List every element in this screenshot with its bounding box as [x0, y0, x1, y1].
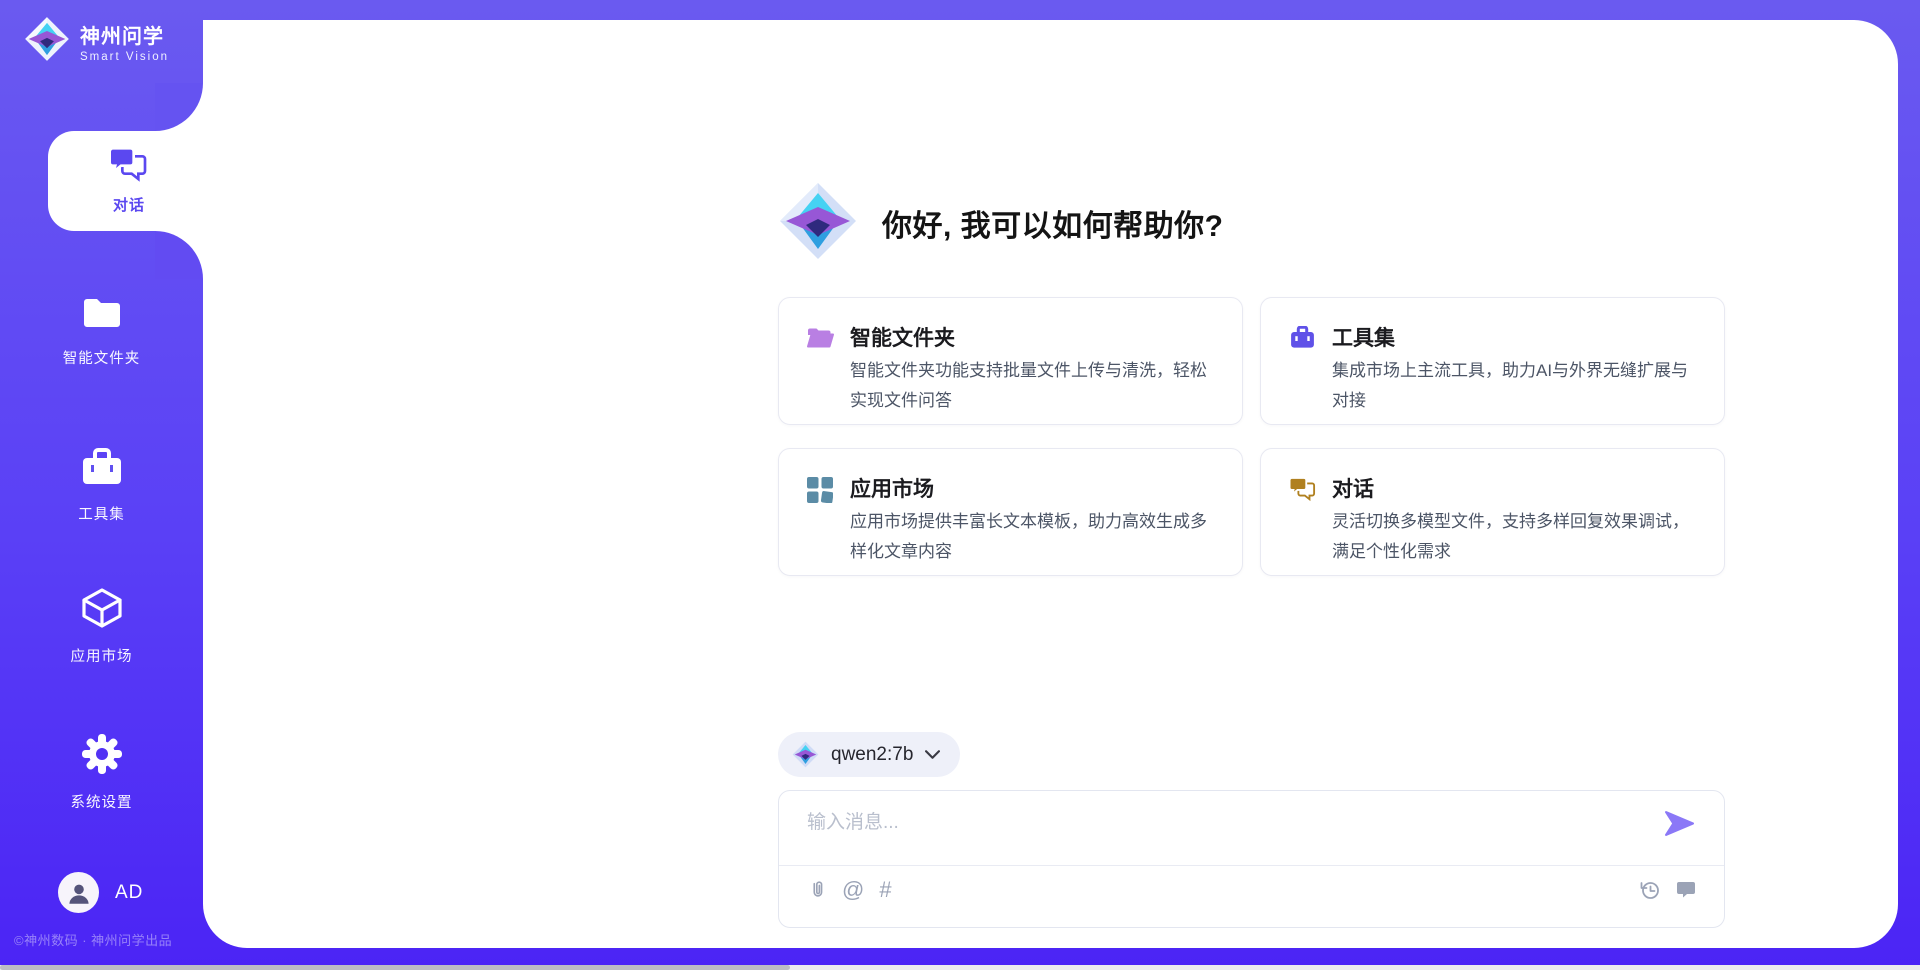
card-description: 集成市场上主流工具，助力AI与外界无缝扩展与对接 — [1332, 356, 1704, 416]
sidebar-item-label: 工具集 — [0, 503, 203, 524]
sidebar-item-app-market[interactable]: 应用市场 — [0, 586, 203, 666]
card-toolbox[interactable]: 工具集 集成市场上主流工具，助力AI与外界无缝扩展与对接 — [1260, 297, 1725, 425]
message-input[interactable] — [807, 807, 1647, 859]
message-composer: @ # — [778, 790, 1725, 928]
folder-icon — [80, 294, 124, 337]
sidebar-item-toolbox[interactable]: 工具集 — [0, 448, 203, 524]
brand-logo-icon — [24, 16, 70, 67]
user-name: AD — [115, 882, 143, 904]
chat-bubble-icon[interactable] — [1676, 881, 1696, 899]
card-chat[interactable]: 对话 灵活切换多模型文件，支持多样回复效果调试，满足个性化需求 — [1260, 448, 1725, 576]
chat-icon — [109, 147, 149, 188]
history-icon[interactable] — [1639, 879, 1661, 901]
card-description: 灵活切换多模型文件，支持多样回复效果调试，满足个性化需求 — [1332, 507, 1704, 567]
chevron-down-icon — [925, 750, 940, 759]
cube-icon — [80, 586, 124, 635]
gear-icon — [80, 732, 124, 781]
brand-name: 神州问学 — [80, 26, 164, 48]
sidebar: 神州问学 Smart Vision 对话 智能文件夹 — [0, 0, 203, 965]
sidebar-item-label: 对话 — [48, 194, 210, 215]
greeting-title: 你好, 我可以如何帮助你? — [882, 201, 1224, 245]
paperclip-icon[interactable] — [807, 879, 827, 901]
toolbox-icon — [1289, 326, 1316, 355]
card-description: 智能文件夹功能支持批量文件上传与清洗，轻松实现文件问答 — [850, 356, 1222, 416]
model-name: qwen2:7b — [831, 744, 913, 766]
horizontal-scrollbar — [0, 965, 1920, 970]
card-description: 应用市场提供丰富长文本模板，助力高效生成多样化文章内容 — [850, 507, 1222, 567]
tab-flare-top — [155, 83, 203, 131]
folder-open-icon — [807, 326, 834, 354]
avatar — [58, 872, 99, 913]
model-logo-icon — [792, 741, 819, 768]
card-title: 对话 — [1332, 473, 1374, 503]
model-selector[interactable]: qwen2:7b — [778, 732, 960, 777]
at-icon[interactable]: @ — [842, 879, 864, 901]
card-smart-folder[interactable]: 智能文件夹 智能文件夹功能支持批量文件上传与清洗，轻松实现文件问答 — [778, 297, 1243, 425]
main-panel: 你好, 我可以如何帮助你? 智能文件夹 智能文件夹功能支持批量文件上传与清洗，轻… — [203, 20, 1898, 948]
card-title: 应用市场 — [850, 473, 934, 503]
toolbox-icon — [80, 448, 124, 493]
sidebar-item-smart-folder[interactable]: 智能文件夹 — [0, 294, 203, 368]
brand: 神州问学 Smart Vision — [24, 16, 169, 67]
greeting-logo-icon — [778, 181, 858, 266]
chat-icon — [1289, 477, 1317, 507]
sidebar-item-label: 智能文件夹 — [0, 347, 203, 368]
card-title: 工具集 — [1332, 322, 1395, 352]
feature-cards: 智能文件夹 智能文件夹功能支持批量文件上传与清洗，轻松实现文件问答 工具集 集成… — [778, 297, 1725, 576]
sidebar-item-label: 系统设置 — [0, 791, 203, 812]
brand-subtitle: Smart Vision — [80, 51, 169, 63]
send-icon[interactable] — [1665, 811, 1694, 841]
blocks-icon — [807, 477, 833, 508]
sidebar-footer: ©神州数码 · 神州问学出品 — [14, 930, 172, 949]
scrollbar-thumb[interactable] — [0, 965, 790, 970]
composer-divider — [779, 865, 1724, 866]
card-app-market[interactable]: 应用市场 应用市场提供丰富长文本模板，助力高效生成多样化文章内容 — [778, 448, 1243, 576]
sidebar-item-label: 应用市场 — [0, 645, 203, 666]
user-profile[interactable]: AD — [58, 872, 143, 913]
card-title: 智能文件夹 — [850, 322, 955, 352]
greeting-block: 你好, 我可以如何帮助你? — [778, 183, 1224, 263]
sidebar-item-chat[interactable]: 对话 — [48, 131, 210, 231]
hash-icon[interactable]: # — [879, 879, 891, 901]
sidebar-item-settings[interactable]: 系统设置 — [0, 732, 203, 812]
tab-flare-bottom — [155, 231, 203, 279]
